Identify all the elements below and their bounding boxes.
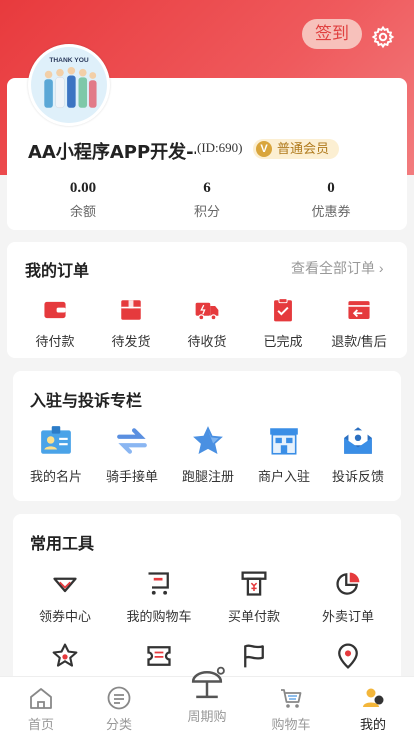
avatar[interactable]: THANK YOU bbox=[28, 44, 110, 126]
service-label: 骑手接单 bbox=[105, 469, 158, 484]
service-label: 跑腿注册 bbox=[181, 469, 234, 484]
star-badge-icon bbox=[52, 643, 78, 667]
clipboard-check-icon bbox=[274, 298, 292, 322]
service-label: 商户入驻 bbox=[257, 469, 310, 484]
tool-takeout-orders[interactable]: 外卖订单 bbox=[310, 570, 386, 625]
receipt-icon bbox=[241, 571, 267, 596]
service-merchant[interactable]: 商户入驻 bbox=[246, 424, 322, 485]
store-icon bbox=[270, 428, 298, 455]
tab-home[interactable]: 首页 bbox=[0, 677, 82, 733]
tool-coupon-center[interactable]: 领券中心 bbox=[27, 570, 103, 625]
chevron-right-icon: › bbox=[378, 260, 384, 276]
member-badge-label: 普通会员 bbox=[277, 141, 330, 156]
service-my-card[interactable]: 我的名片 bbox=[18, 424, 94, 485]
stat-balance[interactable]: 0.00 余额 bbox=[33, 180, 133, 220]
swap-icon bbox=[117, 428, 147, 454]
location-icon bbox=[338, 643, 358, 669]
order-pending-shipment[interactable]: 待发货 bbox=[93, 297, 169, 350]
order-label: 退款/售后 bbox=[331, 334, 387, 349]
tool-label: 领券中心 bbox=[38, 609, 91, 624]
stat-points[interactable]: 6 积分 bbox=[157, 180, 257, 220]
tab-mine[interactable]: 我的 bbox=[332, 677, 414, 733]
avatar-image: THANK YOU bbox=[31, 47, 107, 123]
view-all-orders-link[interactable]: 查看全部订单 › bbox=[291, 258, 384, 278]
truck-icon bbox=[195, 302, 219, 321]
wallet-icon bbox=[44, 301, 66, 319]
member-badge[interactable]: V 普通会员 bbox=[253, 139, 340, 159]
user-name: AA小程序APP开发--- bbox=[28, 142, 196, 163]
tab-label: 分类 bbox=[105, 717, 132, 732]
avatar-caption: THANK YOU bbox=[49, 57, 89, 64]
tab-cart[interactable]: 购物车 bbox=[250, 677, 332, 733]
stat-value: 0.00 bbox=[69, 180, 97, 196]
cart-icon bbox=[281, 689, 302, 708]
tab-label: 首页 bbox=[27, 717, 54, 732]
gear-icon[interactable] bbox=[371, 25, 395, 49]
id-card-icon bbox=[41, 426, 71, 454]
ticket-icon bbox=[147, 646, 171, 666]
stat-label: 余额 bbox=[69, 204, 96, 219]
tab-bar: 首页 分类 周期购 购物车 我的 bbox=[0, 666, 414, 736]
user-id: (ID:690) bbox=[197, 140, 243, 155]
order-label: 待付款 bbox=[35, 334, 75, 349]
tool-label: 买单付款 bbox=[227, 609, 280, 624]
star-icon bbox=[193, 426, 223, 454]
pie-chart-icon bbox=[336, 572, 360, 595]
stat-value: 6 bbox=[203, 180, 211, 196]
stat-label: 积分 bbox=[193, 204, 220, 219]
tab-label: 购物车 bbox=[271, 717, 311, 732]
view-all-orders-label: 查看全部订单 bbox=[291, 260, 375, 276]
service-label: 我的名片 bbox=[29, 469, 82, 484]
service-errand[interactable]: 跑腿注册 bbox=[170, 424, 246, 485]
package-icon bbox=[121, 300, 141, 320]
order-refund[interactable]: 退款/售后 bbox=[321, 297, 397, 350]
tab-category[interactable]: 分类 bbox=[78, 677, 160, 733]
category-icon bbox=[107, 686, 131, 710]
diamond-icon bbox=[53, 577, 77, 593]
order-completed[interactable]: 已完成 bbox=[245, 297, 321, 350]
tool-item-5[interactable] bbox=[27, 642, 103, 670]
tool-item-7[interactable] bbox=[216, 642, 292, 670]
beach-icon bbox=[191, 666, 225, 699]
service-complaint[interactable]: 投诉反馈 bbox=[320, 424, 396, 485]
service-rider[interactable]: 骑手接单 bbox=[94, 424, 170, 485]
order-label: 待发货 bbox=[111, 334, 151, 349]
tab-label: 周期购 bbox=[187, 709, 227, 724]
tool-label: 外卖订单 bbox=[321, 609, 374, 624]
stat-label: 优惠券 bbox=[311, 204, 351, 219]
order-label: 待收货 bbox=[187, 334, 227, 349]
stat-coupons[interactable]: 0 优惠券 bbox=[281, 180, 381, 220]
tool-item-6[interactable] bbox=[121, 642, 197, 670]
home-icon bbox=[30, 688, 52, 709]
tool-my-cart[interactable]: 我的购物车 bbox=[121, 570, 197, 625]
order-pending-receipt[interactable]: 待收货 bbox=[169, 297, 245, 350]
orders-title: 我的订单 bbox=[25, 263, 90, 280]
tools-title: 常用工具 bbox=[30, 536, 95, 553]
cart-icon bbox=[148, 572, 169, 595]
user-icon bbox=[363, 688, 384, 707]
tab-subscription[interactable]: 周期购 bbox=[166, 666, 248, 725]
tool-pay-bill[interactable]: 买单付款 bbox=[216, 570, 292, 625]
return-icon bbox=[348, 301, 370, 319]
services-title: 入驻与投诉专栏 bbox=[30, 393, 143, 410]
tool-label: 我的购物车 bbox=[126, 609, 192, 624]
flag-icon bbox=[244, 644, 264, 668]
order-label: 已完成 bbox=[263, 334, 303, 349]
order-pending-payment[interactable]: 待付款 bbox=[17, 297, 93, 350]
tool-item-8[interactable] bbox=[310, 642, 386, 670]
stat-value: 0 bbox=[327, 180, 335, 196]
tab-label: 我的 bbox=[359, 717, 386, 732]
mail-icon bbox=[344, 427, 372, 454]
vip-icon: V bbox=[256, 141, 272, 157]
signin-button[interactable]: 签到 bbox=[302, 19, 362, 49]
service-label: 投诉反馈 bbox=[331, 469, 384, 484]
